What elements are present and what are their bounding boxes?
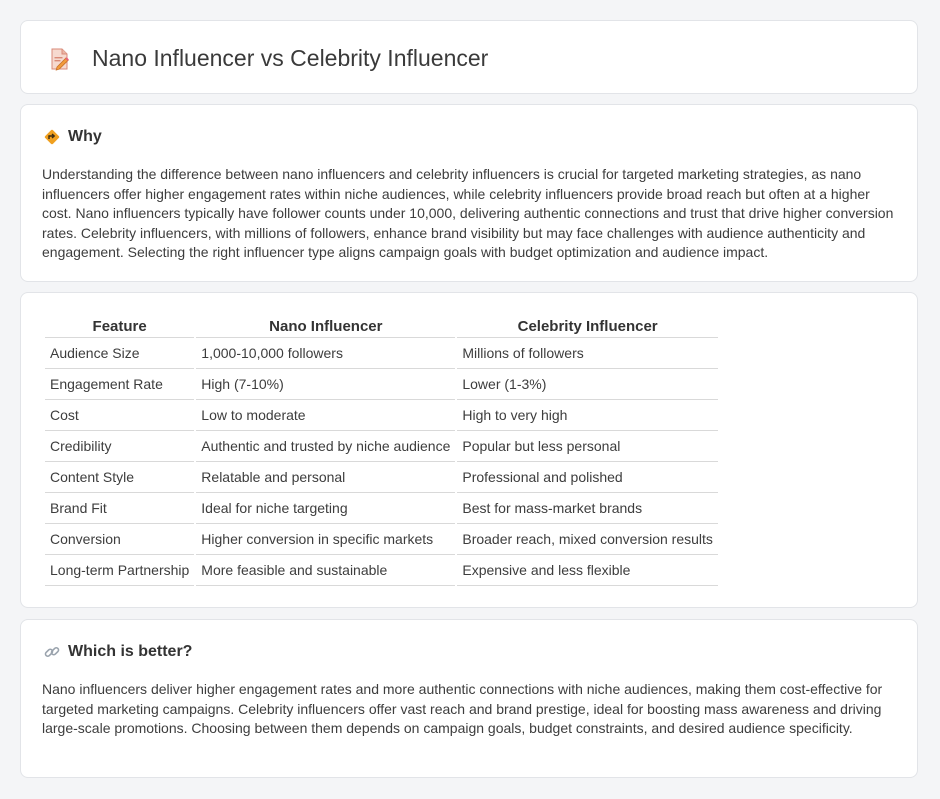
feature-cell: Audience Size [45,338,195,369]
table-header-row: Feature Nano Influencer Celebrity Influe… [45,315,718,338]
table-row: Content Style Relatable and personal Pro… [45,462,718,493]
nano-cell: 1,000-10,000 followers [196,338,456,369]
why-heading: Why [68,128,102,145]
comparison-section: Feature Nano Influencer Celebrity Influe… [20,292,918,608]
celebrity-cell: Popular but less personal [457,431,718,462]
feature-cell: Content Style [45,462,195,493]
celebrity-cell: Best for mass-market brands [457,493,718,524]
table-row: Engagement Rate High (7-10%) Lower (1-3%… [45,369,718,400]
nano-cell: Ideal for niche targeting [196,493,456,524]
feature-cell: Credibility [45,431,195,462]
document-edit-icon [51,48,69,71]
diamond-direction-icon [44,129,60,145]
table-row: Audience Size 1,000-10,000 followers Mil… [45,338,718,369]
nano-cell: High (7-10%) [196,369,456,400]
celebrity-cell: Expensive and less flexible [457,555,718,586]
better-heading: Which is better? [68,643,193,660]
feature-cell: Brand Fit [45,493,195,524]
celebrity-cell: Broader reach, mixed conversion results [457,524,718,555]
nano-cell: Low to moderate [196,400,456,431]
table-row: Cost Low to moderate High to very high [45,400,718,431]
title-card: Nano Influencer vs Celebrity Influencer [20,20,918,94]
celebrity-cell: Millions of followers [457,338,718,369]
link-icon [44,646,60,658]
column-header-feature: Feature [45,315,195,338]
why-text: Understanding the difference between nan… [42,166,894,261]
feature-cell: Long-term Partnership [45,555,195,586]
feature-cell: Cost [45,400,195,431]
table-row: Brand Fit Ideal for niche targeting Best… [45,493,718,524]
celebrity-cell: Professional and polished [457,462,718,493]
table-row: Long-term Partnership More feasible and … [45,555,718,586]
table-row: Conversion Higher conversion in specific… [45,524,718,555]
column-header-celebrity: Celebrity Influencer [457,315,718,338]
nano-cell: Higher conversion in specific markets [196,524,456,555]
comparison-table: Feature Nano Influencer Celebrity Influe… [43,315,720,586]
table-row: Credibility Authentic and trusted by nic… [45,431,718,462]
page-title: Nano Influencer vs Celebrity Influencer [92,45,489,71]
feature-cell: Conversion [45,524,195,555]
why-section: Why Understanding the difference between… [20,104,918,282]
better-text: Nano influencers deliver higher engageme… [42,681,883,737]
why-heading-row: Why [43,127,102,147]
nano-cell: More feasible and sustainable [196,555,456,586]
column-header-nano: Nano Influencer [196,315,456,338]
celebrity-cell: High to very high [457,400,718,431]
nano-cell: Relatable and personal [196,462,456,493]
celebrity-cell: Lower (1-3%) [457,369,718,400]
feature-cell: Engagement Rate [45,369,195,400]
which-is-better-section: Which is better? Nano influencers delive… [20,619,918,778]
better-heading-row: Which is better? [43,642,192,662]
nano-cell: Authentic and trusted by niche audience [196,431,456,462]
